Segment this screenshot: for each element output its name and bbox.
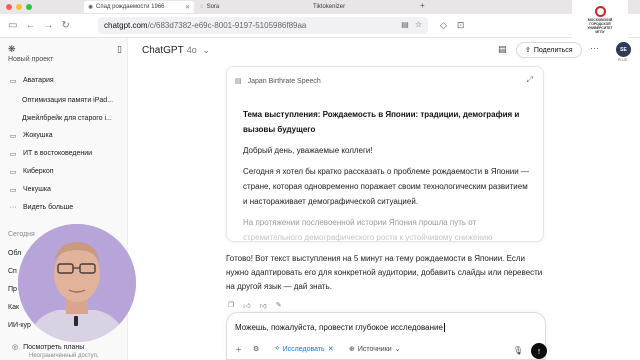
text-caret [443,323,445,333]
reader-icon[interactable]: ▤ [401,20,409,29]
more-icon: ··· [9,204,17,211]
tab-label: Tiktokenizer [313,4,346,10]
close-icon[interactable]: ✕ [328,345,334,353]
sora-icon: ◌ [200,4,204,10]
sidebar-item-new-project[interactable]: Новый проект [8,56,53,63]
more-options-icon[interactable]: ··· [590,43,599,53]
share-icon: ⇪ [525,47,531,54]
plan-badge: PLUS [618,58,628,62]
thumbs-down-icon[interactable]: 👎︎ [260,301,267,310]
document-icon: ▤ [235,78,242,85]
folder-icon: ▭ [9,132,17,140]
reload-icon[interactable]: ↻ [61,20,69,31]
folder-icon: ▭ [9,77,17,85]
folder-icon: ▭ [9,168,17,176]
sidebar-project-cybercop[interactable]: ▭ Киберкоп [8,165,124,178]
sidebar-chat-item[interactable]: Пр [8,286,17,293]
window-controls [6,4,32,10]
microphone-icon[interactable]: 🎙︎ [513,346,523,355]
arrow-up-icon: ↑ [536,346,542,356]
webcam-overlay [18,224,136,342]
shield-icon[interactable]: ◇ [440,20,447,31]
speech-heading: Тема выступления: Рождаемость в Японии: … [243,110,520,134]
send-button[interactable]: ↑ [531,343,547,359]
browser-tab-bar: ✺ Спад рождаемости 1966 ✕ ◌ Sora Tiktoke… [0,0,640,14]
globe-icon: ⊕ [349,346,355,353]
collapse-sidebar-icon[interactable]: ▯ [117,44,122,55]
prompt-input[interactable]: Можешь, пожалуйста, провести глубокое ис… [235,323,445,333]
model-selector[interactable]: ChatGPT 4o ⌄ [142,45,210,56]
folder-icon: ▭ [9,186,17,194]
chatgpt-icon: ✺ [88,4,94,11]
folder-icon: ▭ [9,150,17,158]
openai-logo-icon[interactable]: ❋ [8,44,16,54]
plans-icon: ◎ [12,344,19,351]
sidebar-chat-ipad-memory[interactable]: Оптимизация памяти iPad... [22,94,122,107]
speech-paragraph-faded: стремительного демографического роста к … [243,233,493,242]
sidebar-project-it-oriental[interactable]: ▭ ИТ в востоковедении [8,147,124,160]
sidebar-chat-item[interactable]: Сп [8,268,17,275]
message-actions: ❐ 👍︎ 👎︎ ✎ [228,301,282,310]
url-host: chatgpt.com [104,21,148,30]
forward-icon[interactable]: → [43,20,53,31]
view-plans-button[interactable]: ◎ Посмотреть планы Неограниченный доступ, [12,343,127,360]
add-attachment-icon[interactable]: ＋ [235,345,242,355]
speech-paragraph: Сегодня я хотел бы кратко рассказать о п… [243,167,529,206]
close-window-button[interactable] [6,4,12,10]
sidebar-chat-jailbreak[interactable]: Джейлбрейк для старого i... [22,112,122,125]
tab-label: Sora [206,4,220,10]
tab-label: Спад рождаемости 1966 [96,4,165,10]
address-bar[interactable]: chatgpt.com /c/683d7382-e69c-8001-9197-5… [98,17,428,34]
thumbs-up-icon[interactable]: 👍︎ [243,301,250,310]
sidebar-project-chekushka[interactable]: ▭ Чекушка [8,183,124,196]
edit-icon[interactable]: ✎ [276,301,282,310]
close-tab-icon[interactable]: ✕ [185,4,190,11]
url-path: /c/683d7382-e69c-8001-9197-5105986f89aa [147,21,307,30]
browser-tab-active[interactable]: ✺ Спад рождаемости 1966 ✕ [84,1,194,13]
new-tab-button[interactable]: + [420,1,425,10]
extensions-icon[interactable]: ⊡ [457,20,465,31]
logo-mark-icon [594,6,606,17]
sidebar-section-today: Сегодня [8,231,35,238]
message-composer[interactable]: Можешь, пожалуйста, провести глубокое ис… [226,312,547,360]
browser-tab-sora[interactable]: ◌ Sora [196,1,306,13]
sidebar-see-more[interactable]: ··· Видеть больше [8,201,124,214]
speech-paragraph-faded: На протяжении послевоенной истории Япони… [243,218,477,227]
minimize-window-button[interactable] [16,4,22,10]
assistant-message: Готово! Вот текст выступления на 5 минут… [226,254,543,291]
presenter-video [18,224,136,342]
back-icon[interactable]: ← [25,20,35,31]
maximize-window-button[interactable] [26,4,32,10]
browser-tab-tiktokenizer[interactable]: Tiktokenizer [306,1,416,13]
chat-header: ChatGPT 4o ⌄ ▤ ⇪ Поделиться ··· SE PLUS [128,38,640,62]
sidebar-chat-item[interactable]: Как [8,304,19,311]
canvas-card-header: ▤ Japan Birthrate Speech [235,77,321,86]
chevron-down-icon: ⌄ [394,346,401,353]
share-button[interactable]: ⇪ Поделиться [516,42,582,58]
sources-button[interactable]: ⊕ Источники ⌄ [349,345,401,354]
sidebar-project-avataria[interactable]: ▭ Аватария [8,74,124,87]
canvas-doc-icon[interactable]: ▤ [498,44,507,55]
sidebar-project-zhokushka[interactable]: ▭ Жокушка [8,129,124,142]
canvas-body: Тема выступления: Рождаемость в Японии: … [243,107,531,242]
sidebar-chat-item[interactable]: Обл [8,250,21,257]
speech-greeting: Добрый день, уважаемые коллеги! [243,146,373,155]
university-logo: МОСКОВСКИЙ ГОРОДСКОЙ УНИВЕРСИТЕТ МГПУ [572,0,628,40]
composer-toolbar: ＋ ⚙ ⟡ Исследовать ✕ ⊕ Источники ⌄ 🎙︎ ↑ [235,343,547,359]
chevron-down-icon: ⌄ [202,45,211,55]
logo-text: МОСКОВСКИЙ ГОРОДСКОЙ УНИВЕРСИТЕТ МГПУ [587,18,613,34]
sidebar-toggle-icon[interactable]: ▭ [8,20,17,31]
browser-toolbar: ▭ ← → ↻ chatgpt.com /c/683d7382-e69c-800… [0,14,640,38]
bookmark-star-icon[interactable]: ☆ [415,20,422,29]
avatar[interactable]: SE [616,42,631,57]
copy-icon[interactable]: ❐ [228,301,234,310]
research-button[interactable]: ⟡ Исследовать ✕ [275,345,334,353]
expand-icon[interactable]: ⤢ [527,75,533,85]
sidebar-chat-item[interactable]: ИИ-кур [8,322,31,329]
tools-icon[interactable]: ⚙ [253,345,259,353]
canvas-document-card[interactable]: ▤ Japan Birthrate Speech ⤢ Тема выступле… [226,66,544,242]
research-icon: ⟡ [275,345,280,352]
canvas-title: Japan Birthrate Speech [247,77,321,85]
